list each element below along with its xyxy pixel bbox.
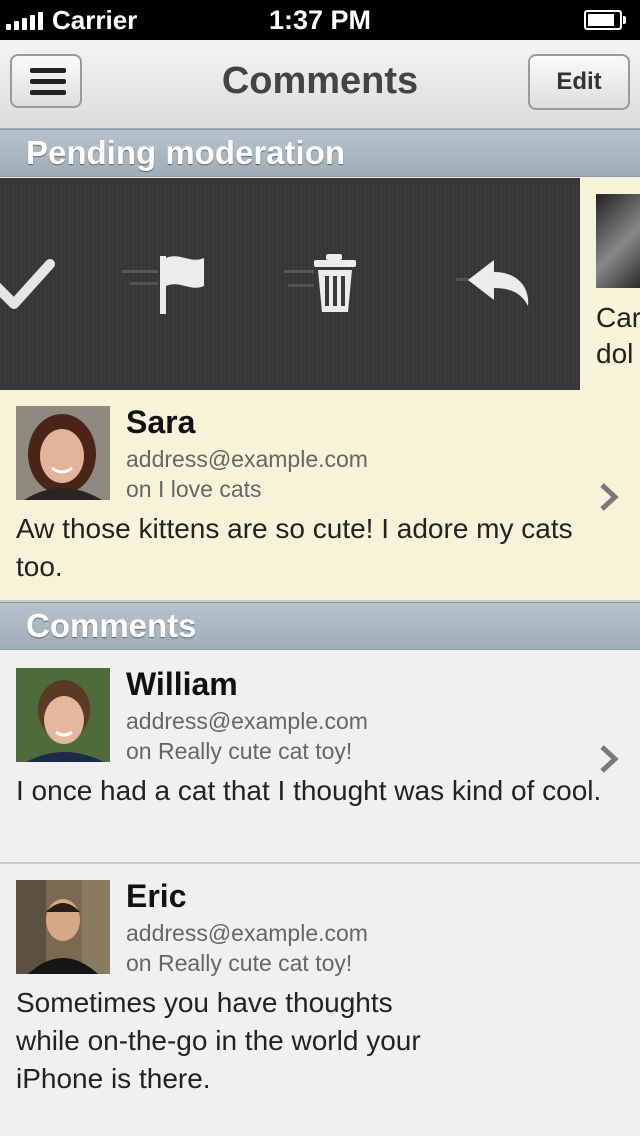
post-title: on Really cute cat toy! bbox=[126, 738, 353, 764]
chevron-right-icon bbox=[600, 483, 619, 511]
post-title: on Really cute cat toy! bbox=[126, 950, 353, 976]
reply-icon[interactable] bbox=[456, 258, 536, 310]
swipe-action-bar bbox=[0, 178, 580, 390]
comment-body: I once had a cat that I thought was kind… bbox=[16, 775, 602, 806]
comment-row-sara[interactable]: Sara address@example.com on I love cats … bbox=[0, 390, 640, 602]
avatar bbox=[16, 668, 110, 762]
status-time: 1:37 PM bbox=[268, 5, 372, 35]
avatar bbox=[596, 194, 640, 288]
comment-body: Aw those kittens are so cute! I adore my… bbox=[16, 513, 573, 582]
comment-row-william[interactable]: William address@example.com on Really cu… bbox=[0, 652, 640, 864]
edit-button[interactable]: Edit bbox=[528, 54, 630, 110]
avatar bbox=[16, 406, 110, 500]
battery-icon bbox=[584, 10, 626, 30]
flag-icon[interactable] bbox=[122, 252, 212, 318]
trash-icon[interactable] bbox=[284, 254, 366, 314]
section-title-pending: Pending moderation bbox=[26, 134, 346, 171]
section-header-comments: Comments bbox=[0, 602, 640, 650]
commenter-name: Eric bbox=[126, 878, 187, 914]
chevron-right-icon bbox=[600, 745, 619, 773]
comment-body: Sometimes you have thoughts while on-the… bbox=[16, 987, 421, 1094]
commenter-email: address@example.com bbox=[126, 446, 368, 472]
status-bar: Carrier 1:37 PM bbox=[0, 0, 640, 40]
commenter-email: address@example.com bbox=[126, 920, 368, 946]
navigation-bar: Comments Edit bbox=[0, 40, 640, 129]
section-title-comments: Comments bbox=[26, 607, 197, 644]
post-title: on I love cats bbox=[126, 476, 262, 502]
commenter-email: address@example.com bbox=[126, 708, 368, 734]
avatar bbox=[16, 880, 110, 974]
section-header-pending: Pending moderation bbox=[0, 129, 640, 177]
peek-comment-row[interactable]: Car dol bbox=[580, 178, 640, 390]
comment-row-eric[interactable]: Eric address@example.com on Really cute … bbox=[0, 864, 640, 1136]
approve-check-icon[interactable] bbox=[0, 256, 56, 312]
commenter-name: Sara bbox=[126, 404, 196, 440]
commenter-name: William bbox=[126, 666, 238, 702]
